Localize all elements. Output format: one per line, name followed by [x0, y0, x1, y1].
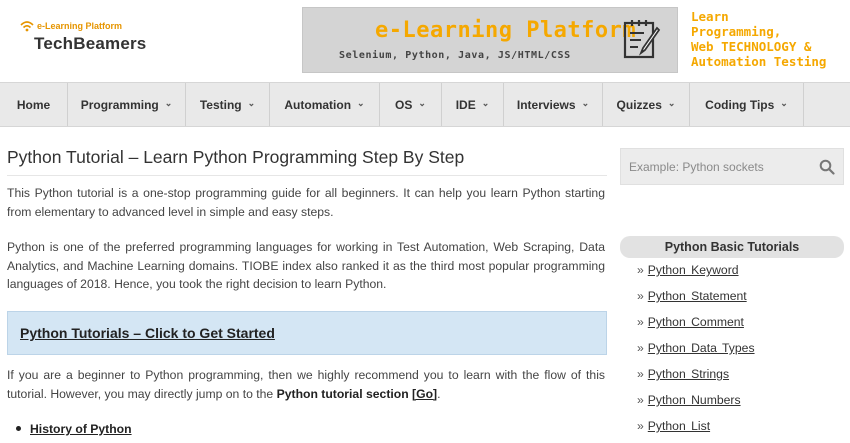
nav-item-testing[interactable]: Testing ⌄	[186, 83, 270, 126]
raquo-icon: »	[637, 289, 644, 303]
main-nav: Home Programming ⌄ Testing ⌄ Automation ⌄ O…	[0, 82, 850, 127]
logo-tagline: e-Learning Platform	[37, 21, 123, 31]
sidebar-item[interactable]: » Python List	[637, 418, 755, 443]
raquo-icon: »	[637, 419, 644, 433]
nav-item-ide[interactable]: IDE ⌄	[442, 83, 504, 126]
topic-list: History of Python	[16, 420, 132, 438]
raquo-icon: »	[637, 341, 644, 355]
nav-item-programming[interactable]: Programming ⌄	[68, 83, 186, 126]
logo-tagline-row: e-Learning Platform	[20, 20, 146, 32]
banner-title: e-Learning Platform	[375, 18, 637, 43]
sidebar-item[interactable]: » Python Strings	[637, 366, 755, 392]
title-divider	[7, 175, 607, 176]
search-icon[interactable]	[819, 159, 835, 175]
search-box	[620, 148, 844, 185]
sidebar-link[interactable]: Python Numbers	[648, 393, 741, 407]
guidance-paragraph: If you are a beginner to Python programm…	[7, 366, 605, 403]
intro-paragraph: This Python tutorial is a one-stop progr…	[7, 186, 605, 219]
list-item[interactable]: History of Python	[16, 420, 132, 438]
nav-item-label: Interviews	[516, 97, 576, 112]
raquo-icon: »	[637, 367, 644, 381]
raquo-icon: »	[637, 393, 644, 407]
checklist-pencil-icon	[623, 20, 661, 59]
tagline-line: Programming,	[691, 24, 782, 39]
nav-item-label: Automation	[284, 97, 352, 112]
nav-item-coding-tips[interactable]: Coding Tips ⌄	[690, 83, 804, 126]
nav-item-label: Coding Tips	[705, 97, 775, 112]
sidebar-link[interactable]: Python List	[648, 419, 710, 433]
chevron-down-icon: ⌄	[581, 98, 590, 108]
raquo-icon: »	[637, 263, 644, 277]
nav-item-automation[interactable]: Automation ⌄	[270, 83, 380, 126]
sidebar-link[interactable]: Python Comment	[648, 315, 744, 329]
chevron-down-icon: ⌄	[357, 98, 365, 108]
page-title: Python Tutorial – Learn Python Programmi…	[7, 147, 465, 167]
sidebar-item[interactable]: » Python Comment	[637, 314, 755, 340]
go-link[interactable]: [Go]	[412, 387, 437, 401]
banner-subtitle: Selenium, Python, Java, JS/HTML/CSS	[339, 50, 571, 61]
logo-name: TechBeamers	[34, 34, 147, 53]
nav-item-label: Home	[16, 97, 51, 112]
get-started-link[interactable]: Python Tutorials – Click to Get Started	[20, 325, 275, 341]
nav-item-label: IDE	[455, 97, 476, 112]
sidebar-heading: Python Basic Tutorials	[620, 236, 844, 258]
tagline-line: Learn	[691, 9, 729, 24]
nav-filler	[804, 83, 850, 126]
chevron-down-icon: ⌄	[164, 98, 173, 108]
nav-item-home[interactable]: Home	[0, 83, 68, 126]
nav-item-label: Quizzes	[616, 97, 662, 112]
nav-item-quizzes[interactable]: Quizzes ⌄	[603, 83, 690, 126]
nav-item-interviews[interactable]: Interviews ⌄	[504, 83, 603, 126]
sidebar-link[interactable]: Python Data Types	[648, 341, 755, 355]
chevron-down-icon: ⌄	[247, 98, 256, 108]
nav-item-os[interactable]: OS ⌄	[380, 83, 442, 126]
get-started-callout: Python Tutorials – Click to Get Started	[7, 311, 607, 355]
bullet-icon	[16, 426, 21, 431]
sidebar-item[interactable]: » Python Data Types	[637, 340, 755, 366]
header-tagline: Learn Programming, Web TECHNOLOGY & Auto…	[691, 9, 826, 69]
tagline-line: Web TECHNOLOGY &	[691, 39, 812, 54]
search-input[interactable]	[621, 149, 811, 184]
chevron-down-icon: ⌄	[418, 98, 426, 108]
guidance-end: .	[437, 386, 441, 401]
tutorial-section-text: Python tutorial section	[276, 386, 413, 401]
sidebar-item[interactable]: » Python Keyword	[637, 262, 755, 288]
nav-item-label: Programming	[80, 97, 159, 112]
chevron-down-icon: ⌄	[780, 98, 788, 108]
sidebar-item[interactable]: » Python Numbers	[637, 392, 755, 418]
sidebar-item[interactable]: » Python Statement	[637, 288, 755, 314]
nav-item-label: Testing	[199, 97, 242, 112]
list-item-link[interactable]: History of Python	[30, 422, 132, 436]
sidebar-link[interactable]: Python Strings	[648, 367, 729, 381]
chevron-down-icon: ⌄	[481, 98, 490, 108]
site-logo[interactable]: e-Learning Platform TechBeamers	[20, 20, 146, 54]
site-header: e-Learning Platform TechBeamers e-Learni…	[0, 0, 850, 82]
sidebar-links: » Python Keyword » Python Statement » Pytho…	[637, 262, 755, 443]
wifi-icon	[20, 21, 34, 32]
about-paragraph: Python is one of the preferred programmi…	[7, 240, 605, 291]
chevron-down-icon: ⌄	[667, 98, 676, 108]
tagline-line: Automation Testing	[691, 54, 827, 69]
header-banner[interactable]: e-Learning Platform Selenium, Python, Ja…	[302, 7, 678, 73]
nav-item-label: OS	[395, 97, 413, 112]
raquo-icon: »	[637, 315, 644, 329]
sidebar-link[interactable]: Python Statement	[648, 289, 747, 303]
sidebar-link[interactable]: Python Keyword	[648, 263, 739, 277]
